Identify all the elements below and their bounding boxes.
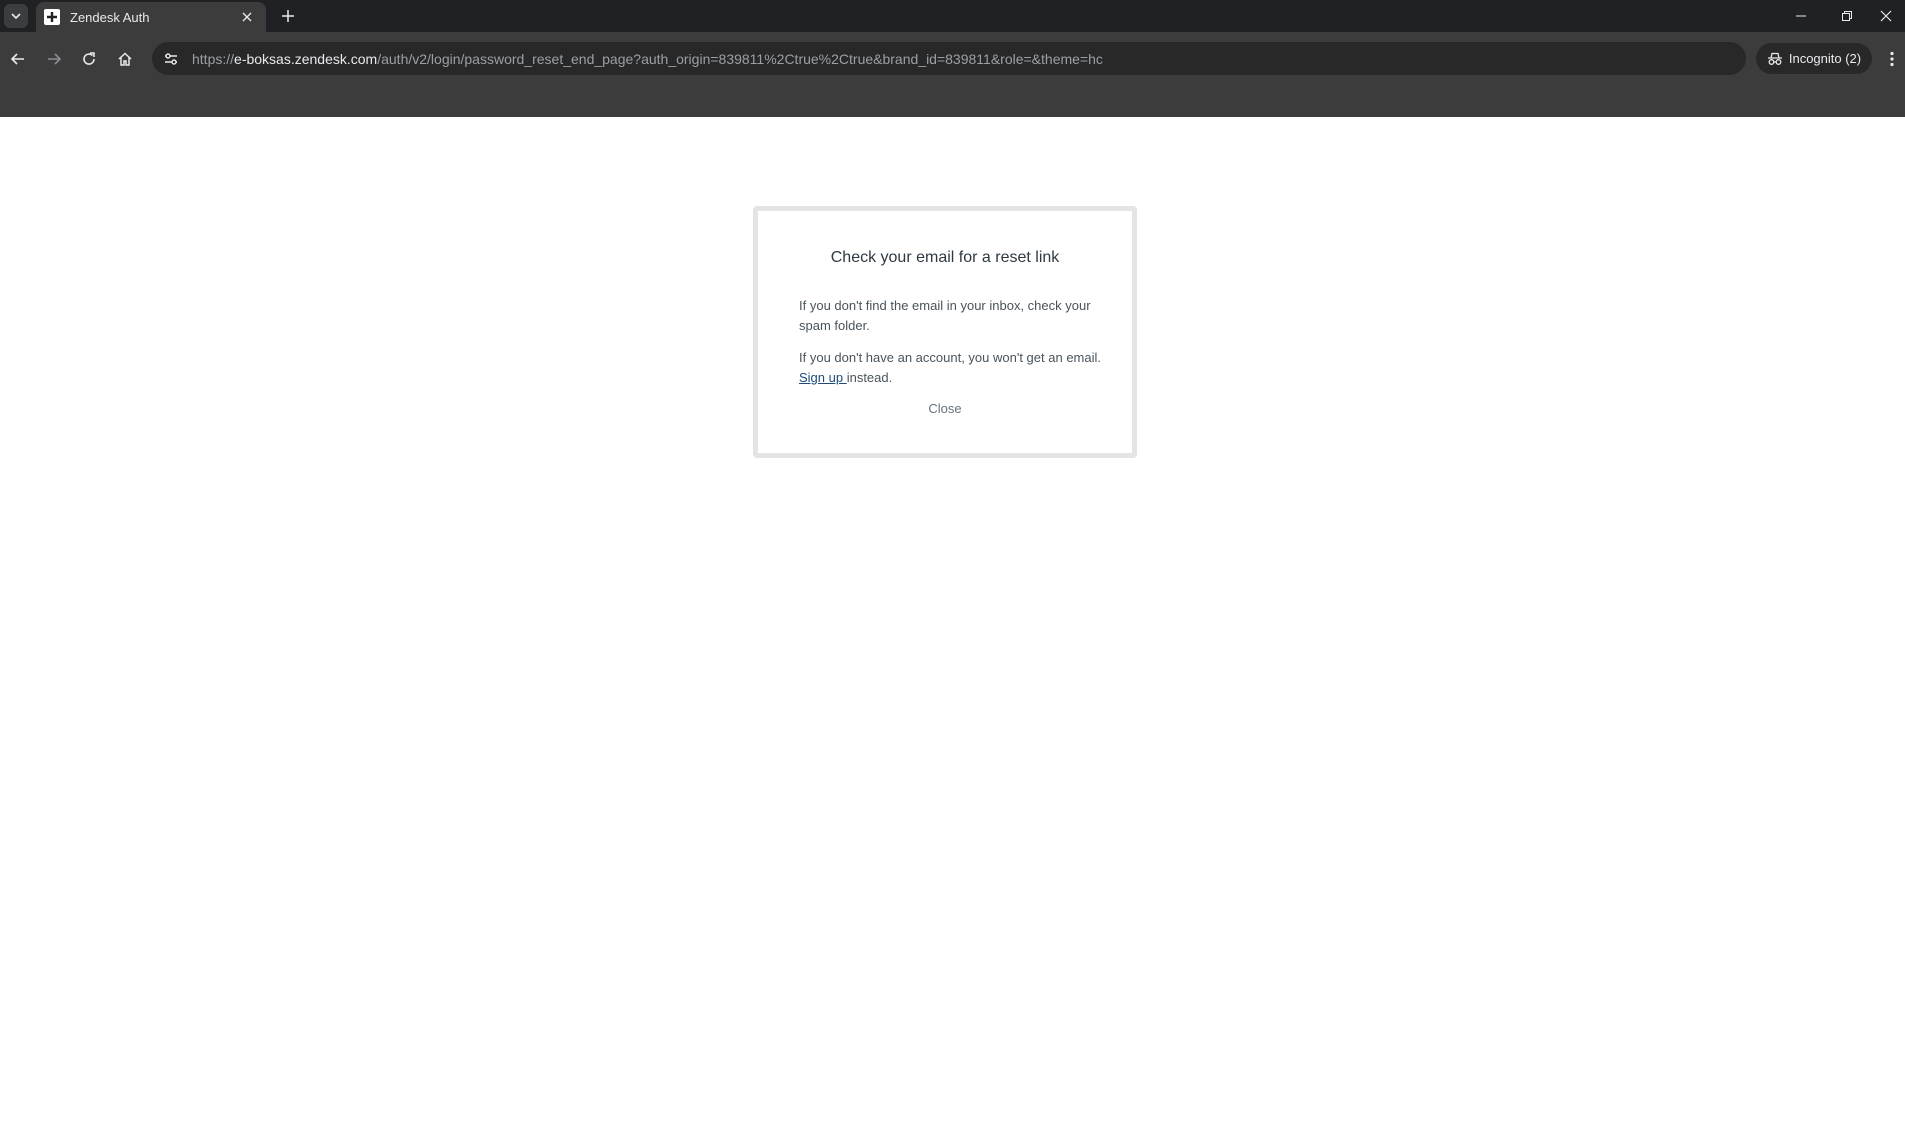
browser-menu-button[interactable] <box>1880 44 1904 74</box>
instead-text: instead. <box>846 370 893 385</box>
zendesk-plus-icon <box>44 9 60 25</box>
arrow-left-icon <box>10 53 24 65</box>
home-icon <box>118 52 132 66</box>
no-account-text: If you don't have an account, you won't … <box>799 350 1101 365</box>
page-content: Check your email for a reset link If you… <box>0 117 1905 1146</box>
browser-toolbar: https://e-boksas.zendesk.com/auth/v2/log… <box>0 32 1905 86</box>
minimize-button[interactable] <box>1778 0 1824 32</box>
sign-up-link[interactable]: Sign up <box>799 370 847 385</box>
reload-button[interactable] <box>74 44 104 74</box>
tab-list-button[interactable] <box>4 4 28 28</box>
spam-folder-hint: If you don't find the email in your inbo… <box>799 298 1091 333</box>
tab-close-button[interactable] <box>238 8 256 26</box>
kebab-menu-icon <box>1890 51 1894 67</box>
close-window-button[interactable] <box>1866 0 1905 32</box>
new-tab-button[interactable] <box>276 4 300 28</box>
tune-icon <box>165 52 177 65</box>
plus-icon <box>282 10 294 22</box>
reload-icon <box>83 52 95 65</box>
close-icon <box>242 12 252 22</box>
close-icon <box>1880 10 1891 22</box>
forward-button[interactable] <box>39 44 69 74</box>
close-button[interactable]: Close <box>758 401 1132 416</box>
arrow-right-icon <box>48 53 62 65</box>
incognito-label: Incognito (2) <box>1788 51 1862 66</box>
url-host: e-boksas.zendesk.com <box>234 50 378 67</box>
back-button[interactable] <box>3 44 33 74</box>
bookmarks-bar <box>0 86 1905 117</box>
incognito-icon <box>1767 52 1782 65</box>
restore-icon <box>1842 11 1852 21</box>
no-account-hint: If you don't have an account, you won't … <box>799 348 1109 388</box>
incognito-badge[interactable]: Incognito (2) <box>1756 43 1872 74</box>
url-scheme: https:// <box>192 50 235 67</box>
minimize-icon <box>1796 15 1806 17</box>
tab-zendesk-auth[interactable]: Zendesk Auth <box>36 2 266 32</box>
chevron-down-icon <box>11 13 21 20</box>
tab-title: Zendesk Auth <box>70 9 150 25</box>
site-info-button[interactable] <box>158 46 184 72</box>
url-text: https://e-boksas.zendesk.com/auth/v2/log… <box>192 51 1103 67</box>
address-bar[interactable]: https://e-boksas.zendesk.com/auth/v2/log… <box>152 42 1746 75</box>
tab-strip: Zendesk Auth <box>0 0 1905 32</box>
home-button[interactable] <box>110 44 140 74</box>
url-path: /auth/v2/login/password_reset_end_page?a… <box>377 50 1103 67</box>
dialog-title: Check your email for a reset link <box>830 249 1060 266</box>
restore-button[interactable] <box>1824 0 1870 32</box>
reset-link-dialog: Check your email for a reset link If you… <box>753 206 1137 458</box>
